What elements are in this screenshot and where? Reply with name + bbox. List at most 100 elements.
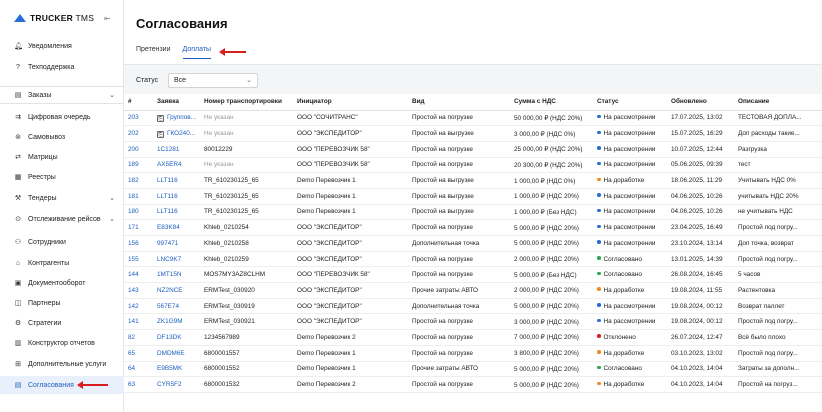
request-link[interactable]: 1MT15N [153, 266, 200, 284]
sidebar-item-orders[interactable]: ▤ Заказы ⌄ [0, 86, 124, 104]
contractors-icon: ⌂ [15, 259, 21, 267]
row-id[interactable]: 156 [124, 235, 153, 252]
request-link[interactable]: DF13DK [153, 329, 200, 346]
sidebar-item-tracking[interactable]: ⊙ Отслеживание рейсов ⌄ [0, 210, 124, 228]
row-id[interactable]: 202 [124, 125, 153, 142]
row-id[interactable]: 189 [124, 157, 153, 174]
column-header[interactable]: Вид [408, 94, 510, 111]
sidebar-item-employees[interactable]: ⚇ Сотрудники [0, 233, 124, 251]
request-link[interactable]: LLT116 [153, 172, 200, 189]
table-row[interactable]: 171 E83K84 Khleb_0210254 ООО "ЭКСПЕДИТОР" Пр… [124, 219, 822, 236]
tab-surcharges[interactable]: Доплаты [182, 46, 212, 59]
table-row[interactable]: 63 CYR5F2 6800001532 Demo Перевозчик 2 Прост… [124, 376, 822, 393]
sidebar-item-queue[interactable]: ⇉ Цифровая очередь [0, 108, 124, 126]
request-link[interactable]: LLT116 [153, 204, 200, 221]
row-id[interactable]: 63 [124, 376, 153, 393]
sidebar-item-strategy[interactable]: ⚙ Стратегии [0, 314, 124, 332]
request-link[interactable]: LLT116 [153, 188, 200, 205]
column-header[interactable]: Заявка [153, 94, 200, 111]
row-id[interactable]: 82 [124, 329, 153, 346]
column-header[interactable]: Обновлено [667, 94, 734, 111]
table-row[interactable]: 82 DF13DK 1234567989 Demo Перевозчик 2 Прост… [124, 329, 822, 346]
request-link[interactable]: 997471 [153, 235, 200, 252]
approvals-table-container: # Заявка Номер транспортировки Инициатор Вид… [124, 94, 822, 412]
row-id[interactable]: 141 [124, 313, 153, 331]
request-link[interactable]: DMDM6E [153, 345, 200, 362]
row-id[interactable]: 142 [124, 298, 153, 315]
row-id[interactable]: 181 [124, 188, 153, 205]
sidebar-item-documents[interactable]: ▣ Документооборот [0, 274, 124, 292]
sidebar-item-matrix[interactable]: ⇄ Матрицы [0, 148, 124, 166]
request-link[interactable]: E9B5MK [153, 361, 200, 378]
amount: 5 000,00 ₽ (НДС 20%) [510, 361, 593, 378]
table-row[interactable]: 202 ⎘ ГКО240... Не указан ООО "ЭКСПЕДИТОР" Пр… [124, 125, 822, 142]
sidebar-item-pickup[interactable]: ⊚ Самовывоз [0, 128, 124, 146]
updated: 19.08.2024, 00:12 [667, 313, 734, 331]
request-link[interactable]: LNC9K7 [153, 251, 200, 268]
table-row[interactable]: 203 ⎘ Группов... Не указан ООО "СОЧИТРАНС" Пр… [124, 110, 822, 127]
table-row[interactable]: 189 AX5ER4 Не указан ООО "ПЕРЕВОЗЧИК 58" Про… [124, 157, 822, 174]
updated-text: 17.07.2025, 13:02 [671, 114, 723, 122]
request-link-text: 1MT15N [157, 271, 182, 279]
amount-text: 2 000,00 ₽ (НДС 20%) [514, 287, 579, 295]
sidebar-item-tender[interactable]: ⚒ Тендеры ⌄ [0, 189, 124, 207]
request-link[interactable]: NZ2NCE [153, 282, 200, 299]
request-link[interactable]: AX5ER4 [153, 157, 200, 174]
table-row[interactable]: 143 NZ2NCE ERMTest_030920 ООО "ЭКСПЕДИТОР" П… [124, 282, 822, 299]
table-row[interactable]: 142 567E74 ERMTest_030919 ООО "ЭКСПЕДИТОР" Д… [124, 298, 822, 315]
tab-claims[interactable]: Претензии [136, 46, 171, 59]
updated-text: 04.06.2025, 10:26 [671, 208, 723, 216]
table-row[interactable]: 64 E9B5MK 6800001552 Demo Перевозчик 1 Прочи… [124, 361, 822, 378]
sidebar-item-reports[interactable]: ▥ Конструктор отчетов [0, 334, 124, 352]
row-id[interactable]: 182 [124, 172, 153, 189]
column-header[interactable]: Сумма с НДС [510, 94, 593, 111]
table-row[interactable]: 141 ZK1G9M ERMTest_030921 ООО "ЭКСПЕДИТОР" П… [124, 313, 822, 331]
table-row[interactable]: 180 LLT116 TR_610230125_65 Demo Перевозчик … [124, 204, 822, 221]
sidebar-item-help[interactable]: ? Техподдержка [0, 58, 124, 76]
table-row[interactable]: 181 LLT116 TR_610230125_65 Demo Перевозчик … [124, 188, 822, 205]
type: Простой на выгрузке [408, 125, 510, 142]
sidebar-item-contractors[interactable]: ⌂ Контрагенты [0, 254, 124, 272]
sidebar-item-services[interactable]: ⊞ Дополнительные услуги [0, 355, 124, 373]
request-link[interactable]: 1С1281 [153, 141, 200, 158]
table-row[interactable]: 144 1MT15N MOS7MY3AZ8CLHM ООО "ПЕРЕВОЗЧИК 5… [124, 266, 822, 284]
row-id[interactable]: 180 [124, 204, 153, 221]
table-row[interactable]: 156 997471 Khleb_0210258 ООО "ЭКСПЕДИТОР" До… [124, 235, 822, 252]
collapse-sidebar-icon[interactable]: ⇤ [104, 14, 111, 23]
request-link[interactable]: ⎘ Группов... [153, 110, 200, 127]
table-row[interactable]: 182 LLT116 TR_610230125_65 Demo Перевозчик … [124, 172, 822, 189]
row-id[interactable]: 64 [124, 361, 153, 378]
row-id[interactable]: 65 [124, 345, 153, 362]
table-row[interactable]: 155 LNC9K7 Khleb_0210259 ООО "ЭКСПЕДИТОР" Пр… [124, 251, 822, 268]
transport-number: TR_610230125_65 [200, 188, 293, 205]
request-link[interactable]: 567E74 [153, 298, 200, 315]
column-header[interactable]: Инициатор [293, 94, 408, 111]
request-link[interactable]: ⎘ ГКО240... [153, 125, 200, 142]
column-header[interactable]: Статус [593, 94, 667, 111]
row-id[interactable]: 171 [124, 219, 153, 236]
updated: 04.10.2023, 14:04 [667, 376, 734, 393]
brand-logo[interactable]: TRUCKER TMS [14, 13, 94, 23]
table-row[interactable]: 65 DMDM6E 6800001557 Demo Перевозчик 1 Прост… [124, 345, 822, 362]
row-id[interactable]: 155 [124, 251, 153, 268]
approvals-table: # Заявка Номер транспортировки Инициатор Вид… [124, 94, 822, 393]
sidebar-item-bell[interactable]: 🔔︎ Уведомления [0, 37, 124, 55]
status-filter-select[interactable]: Все ⌄ [168, 73, 258, 88]
row-id[interactable]: 200 [124, 141, 153, 158]
sidebar-item-registry[interactable]: ▦ Реестры [0, 168, 124, 186]
request-link[interactable]: ZK1G9M [153, 313, 200, 331]
row-id[interactable]: 143 [124, 282, 153, 299]
table-row[interactable]: 200 1С1281 80012229 ООО "ПЕРЕВОЗЧИК 58" Прос… [124, 141, 822, 158]
row-id-text: 202 [128, 130, 139, 138]
description: Растентовка [734, 282, 822, 299]
column-header[interactable]: Номер транспортировки [200, 94, 293, 111]
row-id[interactable]: 203 [124, 110, 153, 127]
status-text: На рассмотрении [603, 302, 656, 310]
column-header[interactable]: # [124, 94, 153, 111]
row-id[interactable]: 144 [124, 266, 153, 284]
description: Доп точка, возврат [734, 235, 822, 252]
request-link[interactable]: CYR5F2 [153, 376, 200, 393]
sidebar-item-partners[interactable]: ◫ Партнеры [0, 294, 124, 312]
column-header[interactable]: Описание [734, 94, 822, 111]
request-link[interactable]: E83K84 [153, 219, 200, 236]
